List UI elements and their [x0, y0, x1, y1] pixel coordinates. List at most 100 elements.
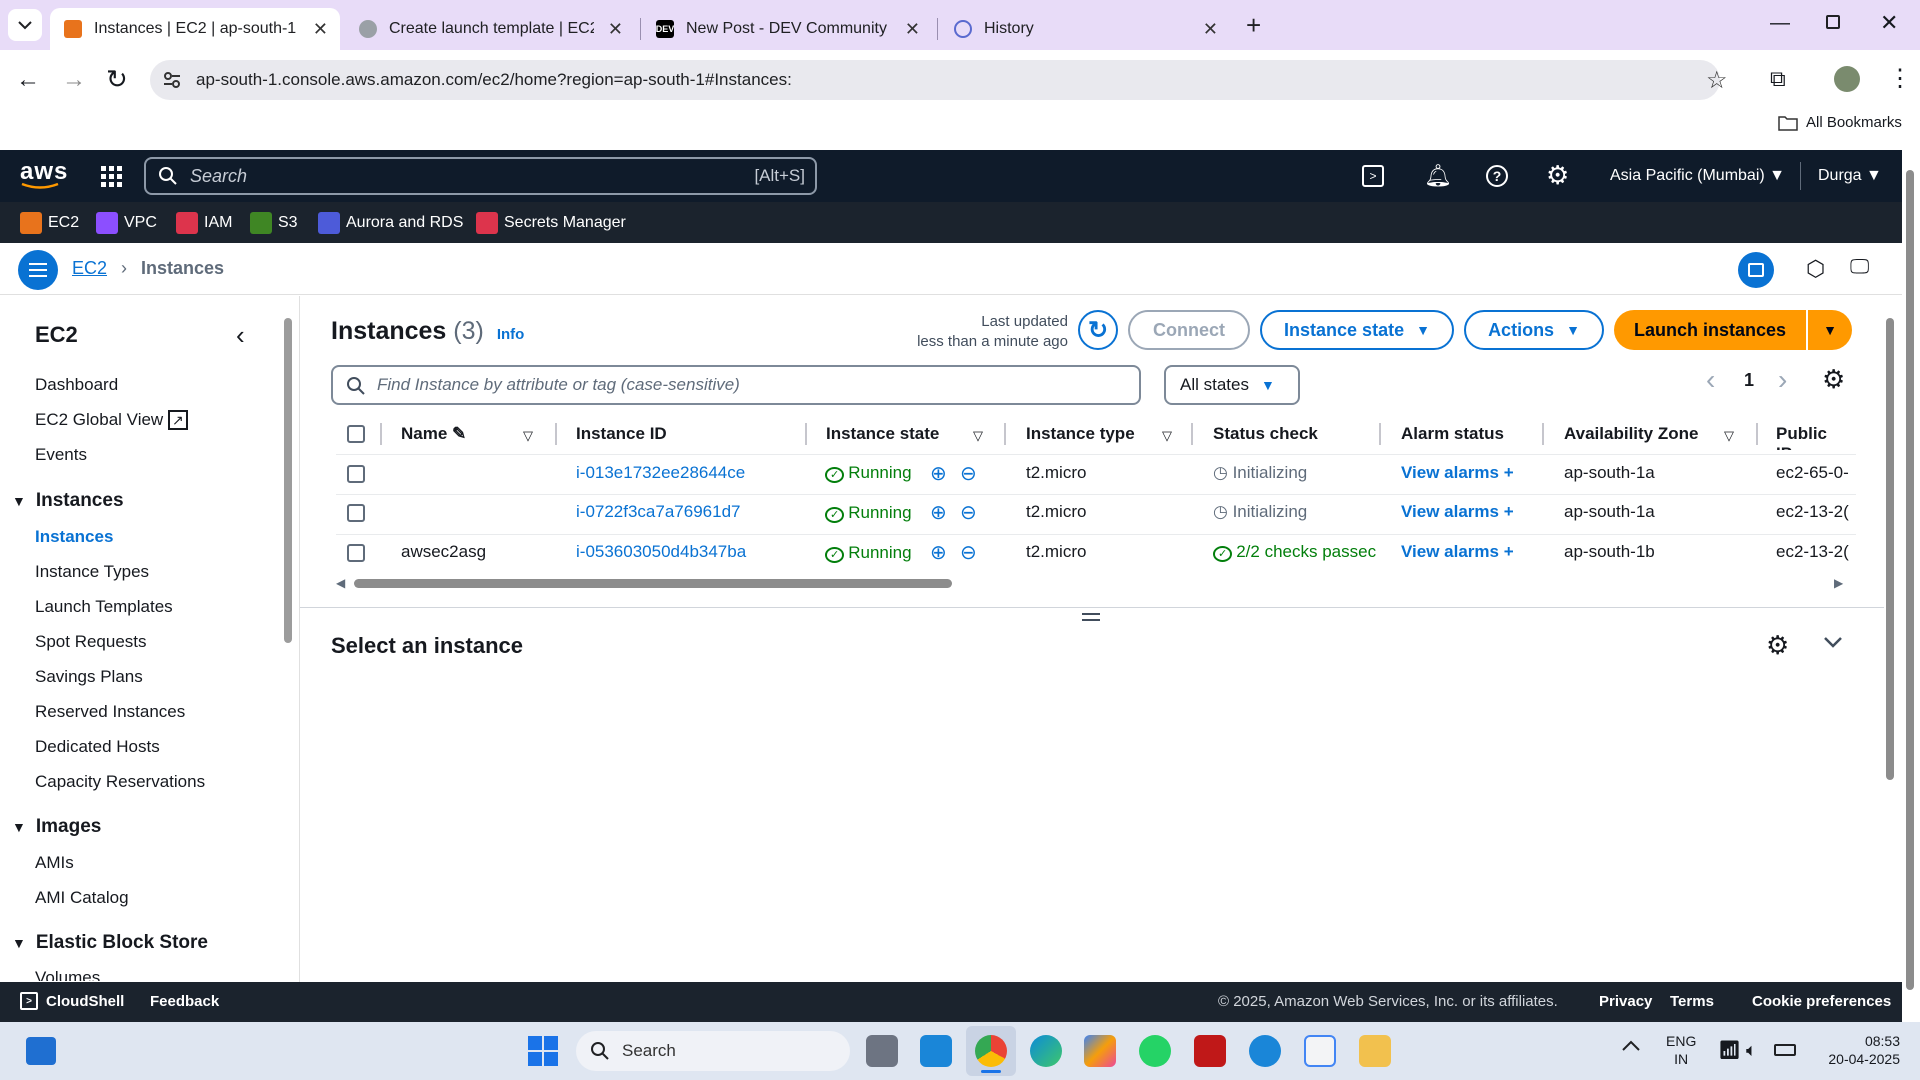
- row-checkbox[interactable]: [347, 504, 365, 522]
- sidebar-section-images[interactable]: ▼ Images: [12, 816, 101, 838]
- all-bookmarks[interactable]: All Bookmarks: [1778, 114, 1902, 131]
- tab-history[interactable]: History ✕: [940, 8, 1230, 50]
- scroll-left-icon[interactable]: ◀: [336, 576, 345, 590]
- scroll-right-icon[interactable]: ▶: [1834, 576, 1843, 590]
- sort-caret-icon[interactable]: ▽: [973, 428, 983, 444]
- settings-gear-icon[interactable]: ⚙: [1546, 160, 1569, 191]
- bookmark-star-icon[interactable]: ☆: [1706, 66, 1728, 95]
- cloudshell-button[interactable]: > CloudShell: [20, 992, 124, 1010]
- cell-instance-id[interactable]: i-013e1732ee28644ce: [576, 463, 745, 483]
- tab-launch-template[interactable]: Create launch template | EC2 | a ✕: [345, 8, 635, 50]
- close-icon[interactable]: ✕: [905, 19, 920, 40]
- hamburger-menu-icon[interactable]: [18, 250, 58, 290]
- collapse-sidebar-icon[interactable]: ‹: [236, 320, 245, 351]
- terms-link[interactable]: Terms: [1670, 993, 1714, 1010]
- help-app-icon[interactable]: [1249, 1035, 1281, 1067]
- notifications-panel-icon[interactable]: [1738, 252, 1774, 288]
- actions-button[interactable]: Actions ▼: [1464, 310, 1604, 350]
- favorite-s3[interactable]: S3: [250, 212, 298, 234]
- info-link[interactable]: Info: [497, 326, 525, 343]
- copilot-icon[interactable]: [1084, 1035, 1116, 1067]
- file-explorer-icon[interactable]: [1359, 1035, 1391, 1067]
- column-divider[interactable]: [555, 423, 557, 445]
- minimize-button[interactable]: —: [1770, 12, 1790, 35]
- tab-search-button[interactable]: [8, 9, 42, 41]
- restore-button[interactable]: [1826, 15, 1840, 29]
- row-checkbox[interactable]: [347, 544, 365, 562]
- menu-icon[interactable]: ⋮: [1888, 64, 1912, 93]
- resize-handle-icon[interactable]: [1082, 613, 1100, 621]
- new-tab-button[interactable]: +: [1246, 10, 1261, 41]
- view-alarms-link[interactable]: View alarms +: [1401, 463, 1514, 483]
- next-page-icon[interactable]: ›: [1778, 364, 1787, 396]
- sidebar-item-amis[interactable]: AMIs: [35, 853, 74, 873]
- column-divider[interactable]: [1542, 423, 1544, 445]
- sort-caret-icon[interactable]: ▽: [1162, 428, 1172, 444]
- services-grid-icon[interactable]: [100, 165, 124, 189]
- feedback-link[interactable]: Feedback: [150, 993, 219, 1010]
- sidebar-item-global-view[interactable]: EC2 Global View ↗: [35, 410, 188, 430]
- sidebar-item-reserved-instances[interactable]: Reserved Instances: [35, 702, 185, 722]
- sidebar-item-volumes[interactable]: Volumes: [35, 968, 100, 981]
- close-window-button[interactable]: ✕: [1880, 10, 1898, 36]
- column-divider[interactable]: [1004, 423, 1006, 445]
- view-alarms-link[interactable]: View alarms +: [1401, 542, 1514, 562]
- column-divider[interactable]: [1191, 423, 1193, 445]
- sort-caret-icon[interactable]: ▽: [1724, 428, 1734, 444]
- help-icon[interactable]: ?: [1486, 165, 1508, 187]
- aws-logo[interactable]: aws: [20, 158, 68, 190]
- zoom-out-icon[interactable]: ⊖: [960, 500, 977, 525]
- column-instance-state[interactable]: Instance state: [826, 424, 939, 444]
- edge-icon[interactable]: [1030, 1035, 1062, 1067]
- favorite-vpc[interactable]: VPC: [96, 212, 157, 234]
- sidebar-item-spot-requests[interactable]: Spot Requests: [35, 632, 147, 652]
- favorite-secrets-manager[interactable]: Secrets Manager: [476, 212, 626, 234]
- select-all-checkbox[interactable]: [347, 425, 365, 443]
- zoom-out-icon[interactable]: ⊖: [960, 540, 977, 565]
- launch-dropdown-button[interactable]: ▼: [1808, 310, 1852, 350]
- sidebar-item-capacity-reservations[interactable]: Capacity Reservations: [35, 772, 205, 792]
- chevron-up-icon[interactable]: [1622, 1040, 1640, 1052]
- battery-icon[interactable]: [1774, 1044, 1796, 1056]
- hp-app-icon[interactable]: [920, 1035, 952, 1067]
- mcafee-icon[interactable]: [1194, 1035, 1226, 1067]
- bell-icon[interactable]: 🔔︎: [1424, 163, 1452, 189]
- sidebar-section-ebs[interactable]: ▼ Elastic Block Store: [12, 932, 208, 954]
- language-indicator[interactable]: ENG IN: [1666, 1032, 1696, 1068]
- column-alarm-status[interactable]: Alarm status: [1401, 424, 1504, 444]
- reload-button[interactable]: ↻: [106, 64, 128, 95]
- tutorial-panel-icon[interactable]: 🖵︎: [1850, 256, 1869, 279]
- sidebar-item-instances[interactable]: Instances: [35, 527, 113, 547]
- favorite-rds[interactable]: Aurora and RDS: [318, 212, 463, 234]
- view-alarms-link[interactable]: View alarms +: [1401, 502, 1514, 522]
- cookie-preferences-link[interactable]: Cookie preferences: [1752, 993, 1891, 1010]
- cloudshell-icon[interactable]: >: [1362, 165, 1384, 187]
- close-icon[interactable]: ✕: [1203, 19, 1218, 40]
- forward-button[interactable]: →: [62, 66, 86, 94]
- clock[interactable]: 08:53 20-04-2025: [1818, 1032, 1900, 1068]
- chrome-icon[interactable]: [975, 1035, 1007, 1067]
- close-icon[interactable]: ✕: [313, 19, 328, 40]
- column-instance-type[interactable]: Instance type: [1026, 424, 1135, 444]
- extensions-icon[interactable]: ⧉: [1770, 66, 1786, 92]
- store-icon[interactable]: [1304, 1035, 1336, 1067]
- column-public-ipv4[interactable]: Public IPv: [1776, 424, 1852, 450]
- details-gear-icon[interactable]: ⚙: [1766, 630, 1789, 661]
- volume-icon[interactable]: 🔈︎: [1746, 1040, 1757, 1061]
- states-filter-select[interactable]: All states ▼: [1164, 365, 1300, 405]
- privacy-link[interactable]: Privacy: [1599, 993, 1652, 1010]
- chevron-down-icon[interactable]: [1824, 636, 1842, 648]
- region-selector[interactable]: Asia Pacific (Mumbai) ▼: [1610, 167, 1785, 185]
- windows-start-icon[interactable]: [528, 1036, 558, 1066]
- connect-button[interactable]: Connect: [1128, 310, 1250, 350]
- preferences-gear-icon[interactable]: ⚙: [1822, 364, 1845, 395]
- zoom-in-icon[interactable]: ⊕: [930, 540, 947, 565]
- cell-instance-id[interactable]: i-053603050d4b347ba: [576, 542, 746, 562]
- column-status-check[interactable]: Status check: [1213, 424, 1318, 444]
- close-icon[interactable]: ✕: [608, 19, 623, 40]
- column-availability-zone[interactable]: Availability Zone: [1564, 424, 1698, 444]
- sidebar-section-instances[interactable]: ▼ Instances: [12, 490, 124, 512]
- refresh-button[interactable]: ↻: [1078, 310, 1118, 350]
- column-divider[interactable]: [805, 423, 807, 445]
- site-info-icon[interactable]: [162, 70, 182, 90]
